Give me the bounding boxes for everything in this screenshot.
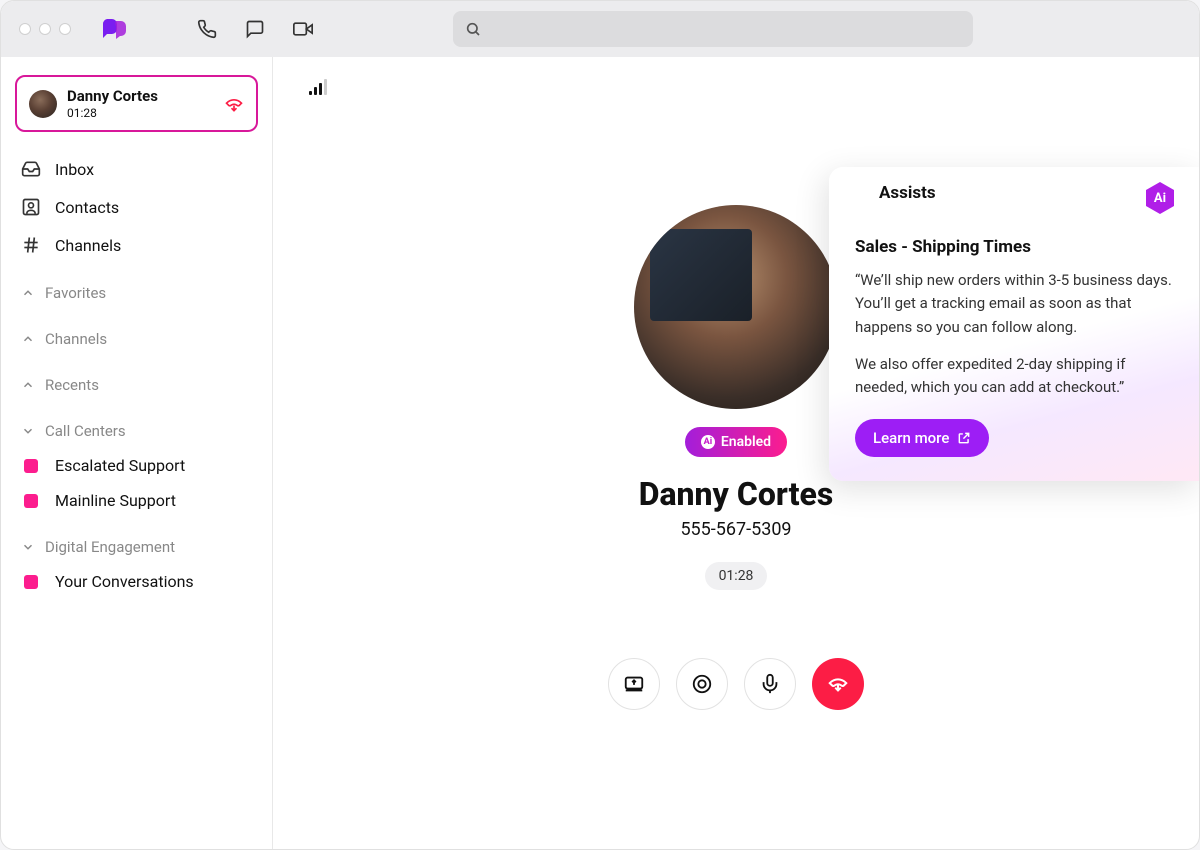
minimize-window[interactable] bbox=[39, 23, 51, 35]
chevron-up-icon bbox=[21, 286, 35, 300]
message-icon[interactable] bbox=[245, 19, 265, 39]
titlebar-actions bbox=[197, 19, 313, 39]
end-call-button[interactable] bbox=[812, 658, 864, 710]
call-controls bbox=[608, 658, 864, 710]
assist-panel: Assists Ai Sales - Shipping Times “We’ll… bbox=[829, 167, 1199, 481]
chevron-down-icon bbox=[21, 540, 35, 554]
share-screen-icon bbox=[623, 673, 645, 695]
section-label: Digital Engagement bbox=[45, 538, 175, 556]
section-recents[interactable]: Recents bbox=[15, 364, 258, 402]
contacts-icon bbox=[21, 197, 41, 217]
caller-phone: 555-567-5309 bbox=[680, 519, 791, 540]
nav-channels[interactable]: Channels bbox=[15, 226, 258, 264]
record-button[interactable] bbox=[676, 658, 728, 710]
section-call-centers[interactable]: Call Centers bbox=[15, 410, 258, 448]
nav-inbox[interactable]: Inbox bbox=[15, 150, 258, 188]
chevron-up-icon bbox=[21, 378, 35, 392]
sidebar-item-mainline-support[interactable]: Mainline Support bbox=[15, 483, 258, 518]
nav-label: Contacts bbox=[55, 198, 119, 217]
ai-icon: Ai bbox=[701, 435, 715, 449]
record-icon bbox=[691, 673, 713, 695]
search-input[interactable] bbox=[453, 11, 973, 47]
close-window[interactable] bbox=[19, 23, 31, 35]
assist-title: Sales - Shipping Times bbox=[855, 237, 1173, 257]
search-icon bbox=[465, 21, 481, 37]
section-label: Favorites bbox=[45, 284, 106, 302]
video-icon[interactable] bbox=[293, 19, 313, 39]
section-channels[interactable]: Channels bbox=[15, 318, 258, 356]
ai-hex-icon: Ai bbox=[1143, 181, 1177, 215]
caller-name: Danny Cortes bbox=[639, 475, 834, 513]
assist-tab[interactable]: Assists bbox=[847, 167, 968, 217]
learn-more-button[interactable]: Learn more bbox=[855, 419, 989, 457]
call-duration: 01:28 bbox=[705, 562, 768, 590]
section-label: Channels bbox=[45, 330, 107, 348]
app-logo bbox=[101, 18, 129, 40]
inbox-icon bbox=[21, 159, 41, 179]
assist-text: We also offer expedited 2-day shipping i… bbox=[855, 353, 1173, 400]
phone-icon[interactable] bbox=[197, 19, 217, 39]
traffic-lights bbox=[19, 23, 71, 35]
section-label: Recents bbox=[45, 376, 99, 394]
share-screen-button[interactable] bbox=[608, 658, 660, 710]
section-favorites[interactable]: Favorites bbox=[15, 272, 258, 310]
status-square-icon bbox=[24, 494, 38, 508]
active-call-card[interactable]: Danny Cortes 01:28 bbox=[15, 75, 258, 132]
active-call-name: Danny Cortes bbox=[67, 87, 214, 105]
enabled-label: Enabled bbox=[721, 434, 771, 450]
signal-strength-icon bbox=[309, 79, 327, 95]
maximize-window[interactable] bbox=[59, 23, 71, 35]
hash-icon bbox=[21, 235, 41, 255]
sidebar-item-escalated-support[interactable]: Escalated Support bbox=[15, 448, 258, 483]
section-label: Call Centers bbox=[45, 422, 126, 440]
mute-button[interactable] bbox=[744, 658, 796, 710]
status-square-icon bbox=[24, 459, 38, 473]
chevron-up-icon bbox=[21, 332, 35, 346]
hangup-icon[interactable] bbox=[224, 94, 244, 114]
status-square-icon bbox=[24, 575, 38, 589]
sub-item-label: Mainline Support bbox=[55, 491, 176, 510]
nav-label: Channels bbox=[55, 236, 121, 255]
main-panel: Ai Enabled Danny Cortes 555-567-5309 01:… bbox=[273, 57, 1199, 849]
ai-enabled-badge: Ai Enabled bbox=[685, 427, 787, 457]
assist-text: “We’ll ship new orders within 3-5 busine… bbox=[855, 269, 1173, 339]
app-window: Danny Cortes 01:28 Inbox Contacts Channe… bbox=[0, 0, 1200, 850]
section-digital-engagement[interactable]: Digital Engagement bbox=[15, 526, 258, 564]
learn-more-label: Learn more bbox=[873, 429, 949, 447]
microphone-icon bbox=[759, 673, 781, 695]
nav-label: Inbox bbox=[55, 160, 94, 179]
caller-avatar bbox=[634, 205, 838, 409]
sidebar-item-your-conversations[interactable]: Your Conversations bbox=[15, 564, 258, 599]
chevron-down-icon bbox=[21, 424, 35, 438]
nav-contacts[interactable]: Contacts bbox=[15, 188, 258, 226]
sub-item-label: Escalated Support bbox=[55, 456, 185, 475]
external-link-icon bbox=[957, 431, 971, 445]
active-call-time: 01:28 bbox=[67, 106, 214, 120]
titlebar bbox=[1, 1, 1199, 57]
sub-item-label: Your Conversations bbox=[55, 572, 194, 591]
avatar bbox=[29, 90, 57, 118]
sidebar: Danny Cortes 01:28 Inbox Contacts Channe… bbox=[1, 57, 273, 849]
hangup-icon bbox=[827, 673, 849, 695]
